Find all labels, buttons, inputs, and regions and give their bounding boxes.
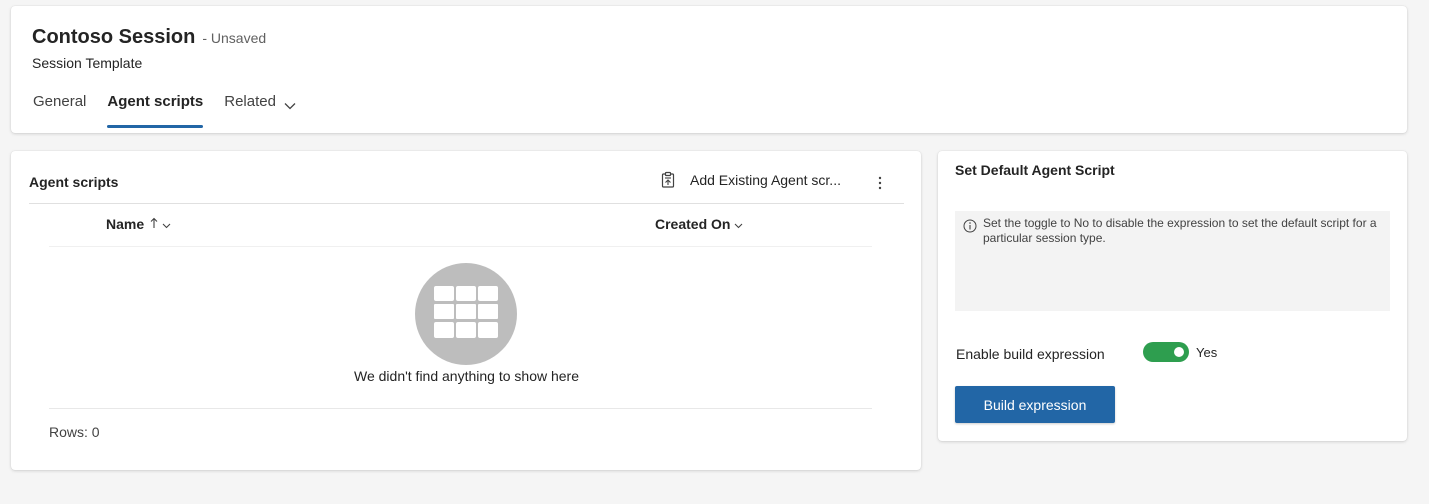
info-notification: Set the toggle to No to disable the expr… — [955, 211, 1390, 311]
chevron-down-icon — [284, 94, 296, 118]
tab-agent-scripts-label: Agent scripts — [107, 93, 204, 110]
add-existing-agent-script-label: Add Existing Agent scr... — [690, 172, 841, 188]
record-header: Contoso Session - Unsaved Session Templa… — [11, 6, 1407, 133]
tab-general-label: General — [33, 93, 87, 110]
footer-divider — [49, 408, 872, 409]
subgrid-title: Agent scripts — [29, 174, 119, 190]
empty-state-message: We didn't find anything to show here — [11, 368, 921, 384]
tab-related-label: Related — [224, 93, 276, 110]
chevron-down-icon — [162, 216, 171, 232]
enable-build-expression-label: Enable build expression — [956, 346, 1105, 362]
column-header-name[interactable]: Name — [106, 216, 171, 232]
column-header-created-on-label: Created On — [655, 216, 731, 232]
tab-related[interactable]: Related — [224, 90, 296, 128]
empty-state-message-text: We didn't find anything to show here — [354, 368, 579, 384]
column-header-created-on[interactable]: Created On — [655, 216, 743, 232]
entity-name: Session Template — [32, 55, 143, 71]
record-title: Contoso Session — [32, 26, 196, 48]
chevron-down-icon — [734, 216, 743, 232]
column-header-name-label: Name — [106, 216, 145, 232]
table-grid-icon — [433, 285, 499, 344]
toggle-value-text: Yes — [1196, 345, 1218, 360]
add-existing-agent-script-button[interactable]: Add Existing Agent scr... — [659, 171, 841, 189]
tab-general[interactable]: General — [33, 90, 86, 128]
rows-count: Rows: 0 — [49, 424, 100, 440]
header-divider — [49, 246, 872, 247]
tab-agent-scripts[interactable]: Agent scripts — [107, 90, 203, 128]
arrow-up-icon — [150, 216, 158, 232]
agent-scripts-subgrid: Agent scripts Add Existing Agent scr... … — [11, 151, 921, 470]
title-row: Contoso Session - Unsaved — [32, 26, 266, 49]
info-text: Set the toggle to No to disable the expr… — [983, 216, 1377, 245]
tab-list: General Agent scripts Related — [33, 90, 317, 128]
enable-build-expression-toggle[interactable] — [1143, 342, 1189, 362]
info-icon — [963, 219, 977, 233]
toggle-knob — [1174, 347, 1184, 357]
clipboard-add-icon — [659, 171, 677, 189]
save-status: - Unsaved — [202, 30, 267, 46]
build-expression-button[interactable]: Build expression — [955, 386, 1115, 423]
set-default-agent-script-section: Set Default Agent Script Set the toggle … — [938, 151, 1407, 441]
section-title: Set Default Agent Script — [955, 162, 1115, 178]
more-vertical-icon — [873, 176, 887, 197]
empty-state-image — [415, 263, 517, 365]
more-commands-button[interactable] — [873, 173, 887, 193]
subgrid-divider — [29, 203, 904, 204]
